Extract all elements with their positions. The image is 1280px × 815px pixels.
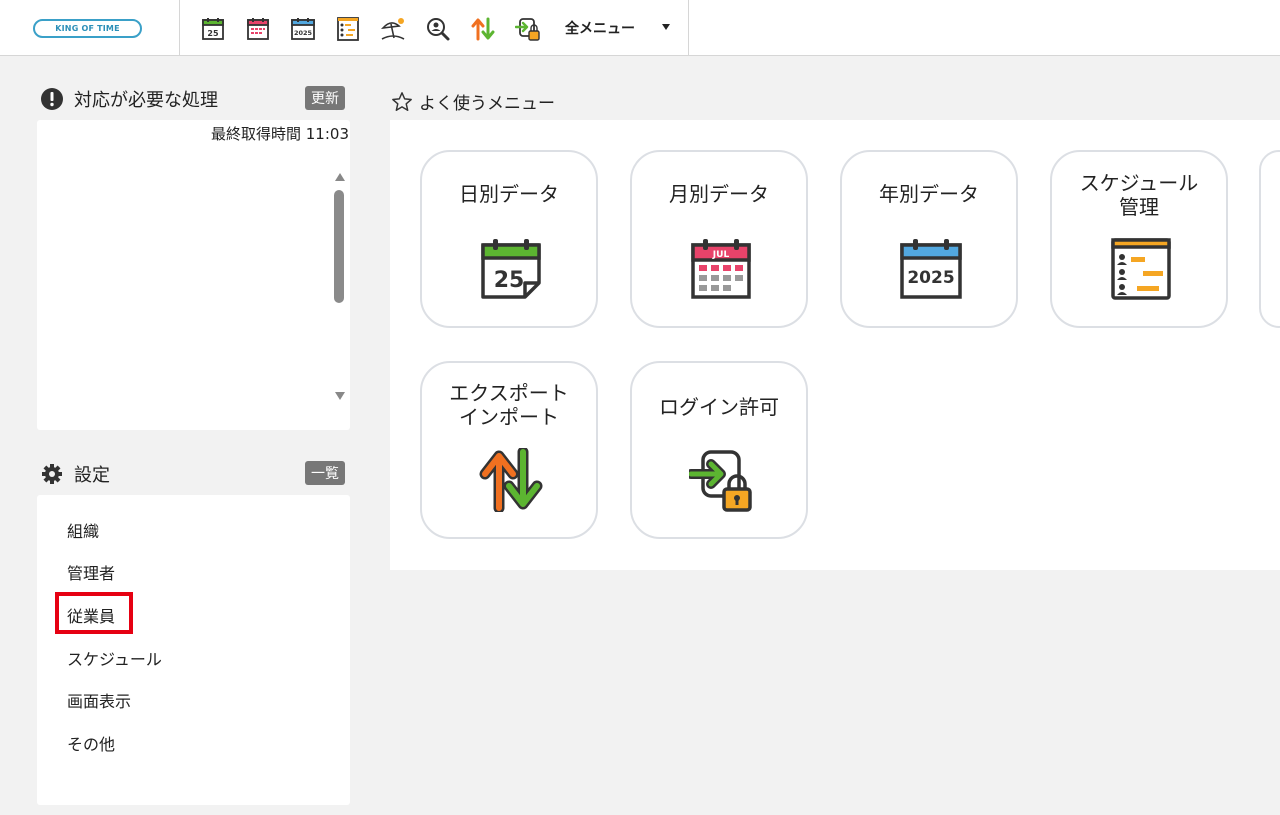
yearly-calendar-icon: 2025 — [900, 239, 962, 299]
tile-monthly-data[interactable]: 月別データ JUL — [630, 150, 808, 328]
settings-item-other[interactable]: その他 — [67, 731, 115, 755]
scroll-up-arrow-icon[interactable] — [335, 173, 345, 181]
pending-scrollbar[interactable] — [333, 170, 345, 400]
logo-area: KING OF TIME — [0, 0, 180, 56]
settings-title: 設定 — [74, 465, 110, 486]
pending-panel: 最終取得時間 11:03 — [37, 120, 350, 430]
settings-item-admins[interactable]: 管理者 — [67, 560, 115, 584]
toolbar: 25 2025 全メニュー — [180, 0, 689, 56]
gear-icon — [42, 464, 62, 484]
chevron-down-icon — [662, 24, 670, 30]
settings-panel: 組織 管理者 従業員 スケジュール 画面表示 その他 — [37, 495, 350, 805]
export-import-icon[interactable] — [470, 16, 496, 42]
yearly-calendar-icon[interactable]: 2025 — [290, 16, 316, 42]
search-person-icon[interactable] — [425, 16, 451, 42]
monthly-calendar-icon: JUL — [691, 239, 751, 299]
alert-icon — [41, 88, 63, 110]
login-permission-icon — [689, 450, 752, 512]
tile-partial[interactable] — [1259, 150, 1280, 328]
export-import-icon — [479, 448, 543, 512]
daily-calendar-icon[interactable]: 25 — [200, 16, 226, 42]
tile-yearly-data[interactable]: 年別データ 2025 — [840, 150, 1018, 328]
app-logo[interactable]: KING OF TIME — [33, 19, 142, 38]
daily-calendar-day: 25 — [207, 29, 219, 38]
monthly-calendar-icon[interactable] — [245, 16, 271, 42]
tile-schedule-management[interactable]: スケジュール 管理 — [1050, 150, 1228, 328]
tile-label: ログイン許可 — [659, 395, 779, 419]
all-menu-label: 全メニュー — [565, 21, 635, 37]
settings-list-button[interactable]: 一覧 — [305, 461, 345, 485]
login-permission-icon[interactable] — [515, 16, 541, 42]
tile-login-permission[interactable]: ログイン許可 — [630, 361, 808, 539]
star-icon — [392, 91, 412, 111]
top-bar: KING OF TIME 25 2025 全メニュー — [0, 0, 1280, 56]
pending-title: 対応が必要な処理 — [74, 90, 218, 111]
schedule-icon — [1111, 238, 1171, 300]
yearly-calendar-year: 2025 — [294, 29, 313, 37]
schedule-icon[interactable] — [335, 16, 361, 42]
daily-calendar-icon: 25 — [481, 239, 541, 299]
settings-item-employees[interactable]: 従業員 — [67, 603, 115, 627]
pending-section-title: 対応が必要な処理 — [40, 86, 218, 112]
tile-monthly-month: JUL — [712, 250, 730, 260]
tile-label: エクスポート インポート — [449, 381, 569, 429]
scroll-thumb[interactable] — [334, 190, 344, 303]
tile-label: 年別データ — [879, 182, 979, 206]
tile-label: 日別データ — [459, 182, 559, 206]
settings-item-display[interactable]: 画面表示 — [67, 688, 131, 712]
scroll-down-arrow-icon[interactable] — [335, 392, 345, 400]
tile-export-import[interactable]: エクスポート インポート — [420, 361, 598, 539]
all-menu-dropdown[interactable]: 全メニュー — [565, 18, 680, 38]
settings-item-organization[interactable]: 組織 — [67, 518, 99, 542]
tile-daily-data[interactable]: 日別データ 25 — [420, 150, 598, 328]
settings-item-schedule[interactable]: スケジュール — [67, 646, 162, 670]
app-logo-text: KING OF TIME — [55, 24, 120, 33]
favorites-title: よく使うメニュー — [419, 94, 555, 114]
tile-label: スケジュール 管理 — [1079, 171, 1199, 219]
settings-section-title: 設定 — [40, 461, 110, 487]
tile-label: 月別データ — [669, 182, 769, 206]
refresh-button[interactable]: 更新 — [305, 86, 345, 110]
tile-daily-day: 25 — [494, 268, 525, 293]
vacation-icon[interactable] — [380, 16, 406, 42]
last-fetch-time: 最終取得時間 11:03 — [211, 125, 349, 143]
tile-yearly-year: 2025 — [907, 268, 954, 288]
favorites-section-title: よく使うメニュー — [391, 89, 555, 114]
